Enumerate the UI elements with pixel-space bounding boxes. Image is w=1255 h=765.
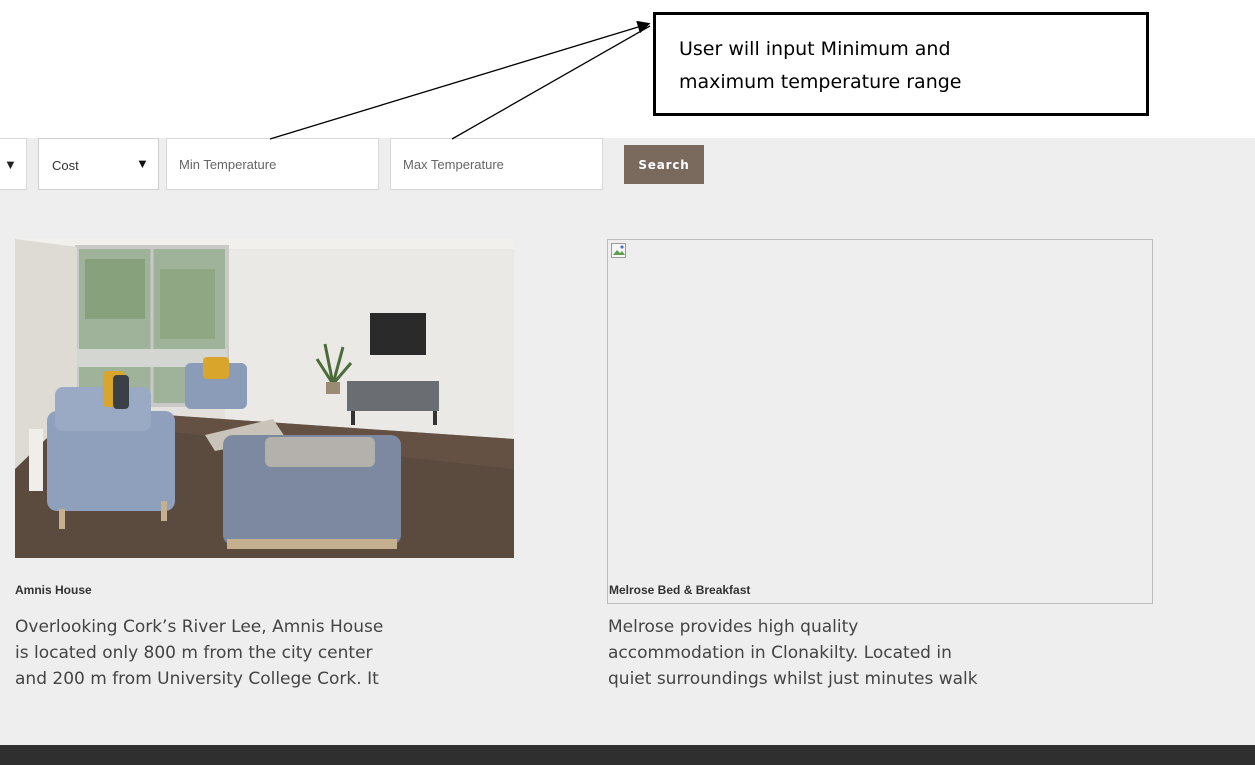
max-temperature-input[interactable]	[390, 138, 603, 190]
cost-select-value: Cost	[52, 158, 79, 173]
arrow-to-max-input	[451, 25, 651, 140]
annotation-line-1: User will input Minimum and	[679, 38, 951, 60]
min-temperature-input[interactable]	[166, 138, 379, 190]
description-line: Overlooking Cork’s River Lee, Amnis Hous…	[15, 617, 384, 637]
description-line: is located only 800 m from the city cent…	[15, 643, 373, 663]
description-line: and 200 m from University College Cork. …	[15, 669, 379, 689]
listing-title-amnis[interactable]: Amnis House	[15, 583, 92, 597]
dropdown-arrow-icon: ▼	[4, 157, 17, 172]
annotation-line-2: maximum temperature range	[679, 71, 962, 93]
annotation-callout: User will input Minimum and maximum temp…	[653, 12, 1149, 116]
listing-description-melrose: Melrose provides high quality accommodat…	[608, 614, 1078, 692]
listing-title-melrose[interactable]: Melrose Bed & Breakfast	[609, 583, 750, 597]
description-line: Melrose provides high quality	[608, 617, 859, 637]
cost-select[interactable]: Cost ▼	[38, 138, 159, 190]
melrose-image-placeholder[interactable]	[607, 239, 1153, 604]
listing-description-amnis: Overlooking Cork’s River Lee, Amnis Hous…	[15, 614, 485, 692]
living-room-image	[15, 239, 514, 558]
previous-select[interactable]: ▼	[0, 138, 27, 190]
description-line: accommodation in Clonakilty. Located in	[608, 643, 952, 663]
page-footer	[0, 745, 1255, 765]
search-button[interactable]: Search	[624, 145, 704, 184]
description-line: quiet surroundings whilst just minutes w…	[608, 669, 978, 689]
dropdown-arrow-icon: ▼	[136, 156, 149, 171]
search-results-panel: ▼ Cost ▼ Search	[0, 138, 1255, 745]
broken-image-icon	[611, 243, 626, 258]
amnis-house-photo[interactable]	[15, 239, 514, 558]
arrow-to-min-input	[269, 20, 651, 140]
